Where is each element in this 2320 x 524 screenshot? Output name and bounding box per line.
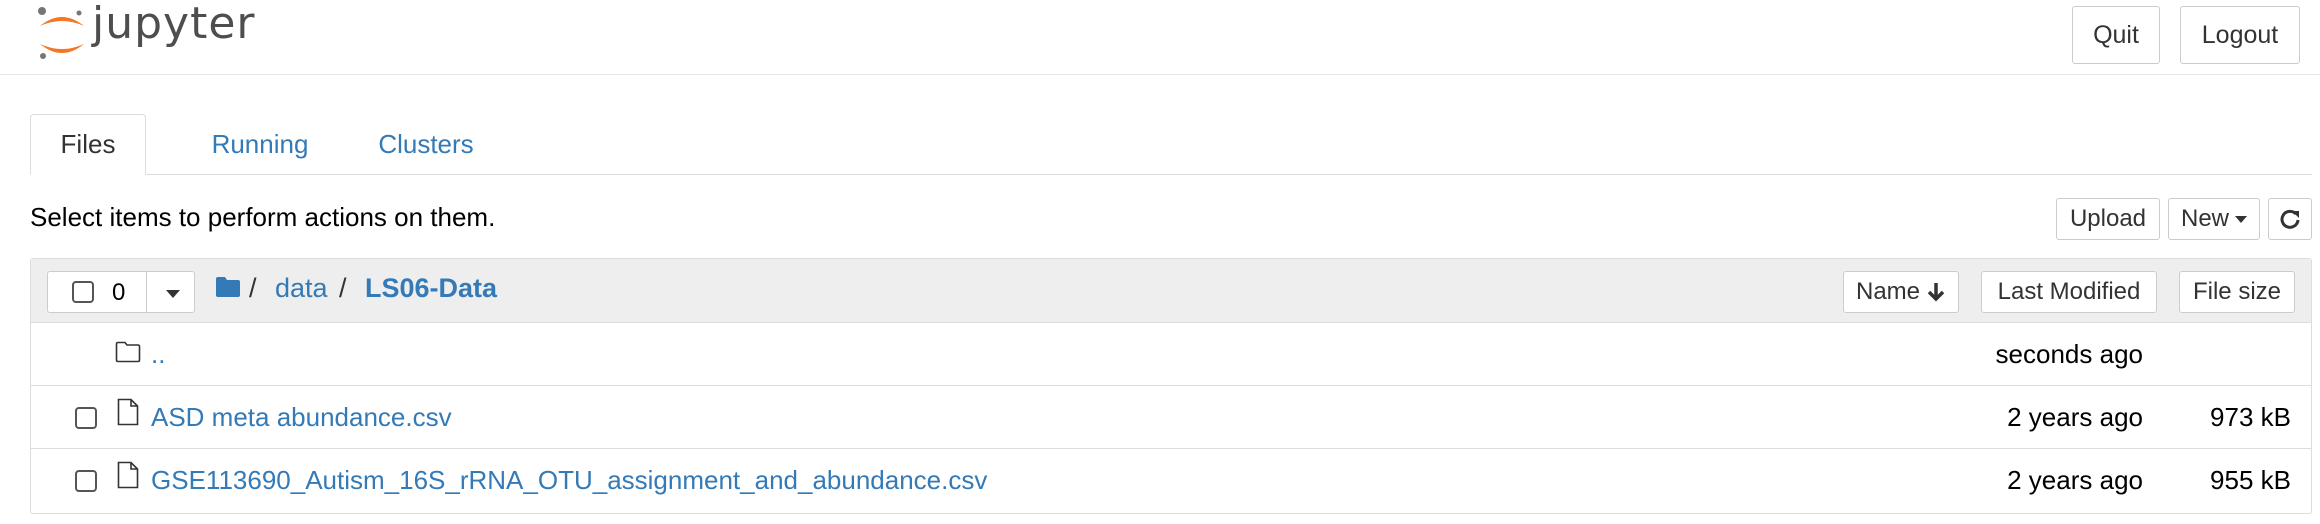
list-item[interactable]: .. seconds ago [31, 323, 2311, 386]
item-size: 955 kB [2210, 465, 2291, 495]
item-name-link[interactable]: ASD meta abundance.csv [151, 402, 452, 433]
tab-bar: Files Running Clusters [30, 114, 2312, 175]
logout-button[interactable]: Logout [2180, 6, 2300, 64]
breadcrumb-current[interactable]: LS06-Data [365, 273, 497, 304]
file-icon [117, 461, 139, 489]
divider [146, 272, 147, 312]
file-list: 0 / data / LS06-Data Name Last Modified … [30, 258, 2312, 514]
item-modified: 2 years ago [2007, 465, 2143, 495]
item-modified: seconds ago [1995, 339, 2143, 369]
sort-by-modified-button[interactable]: Last Modified [1981, 271, 2157, 313]
tab-files[interactable]: Files [30, 114, 146, 175]
tab-running[interactable]: Running [176, 114, 344, 174]
file-icon [117, 398, 139, 426]
app-header: jupyter Quit Logout [0, 0, 2320, 75]
item-modified: 2 years ago [2007, 402, 2143, 432]
chevron-down-icon [2235, 215, 2247, 223]
select-all-checkbox[interactable] [72, 281, 94, 303]
breadcrumb-data[interactable]: data [275, 273, 328, 304]
item-size: 973 kB [2210, 402, 2291, 432]
refresh-icon [2280, 209, 2300, 229]
jupyter-logo-icon[interactable] [34, 4, 90, 64]
quit-button[interactable]: Quit [2072, 6, 2160, 64]
folder-home-icon[interactable] [215, 276, 241, 298]
breadcrumb-separator: / [249, 273, 257, 303]
tab-clusters[interactable]: Clusters [346, 114, 506, 174]
selected-count: 0 [112, 279, 126, 306]
folder-icon [115, 341, 141, 363]
item-name-link[interactable]: GSE113690_Autism_16S_rRNA_OTU_assignment… [151, 465, 987, 496]
breadcrumb-separator: / [339, 273, 347, 303]
item-checkbox[interactable] [75, 470, 97, 492]
file-list-header: 0 / data / LS06-Data Name Last Modified … [31, 259, 2311, 323]
chevron-down-icon[interactable] [166, 290, 180, 298]
sort-name-label: Name [1855, 278, 1921, 305]
item-name-link[interactable]: .. [151, 339, 165, 370]
list-item[interactable]: ASD meta abundance.csv 2 years ago 973 k… [31, 386, 2311, 449]
arrow-down-icon [1927, 283, 1945, 302]
new-button-label: New [2180, 205, 2229, 232]
logo-text: jupyter [92, 0, 256, 49]
item-checkbox[interactable] [75, 407, 97, 429]
select-all-dropdown[interactable]: 0 [47, 271, 195, 313]
sort-by-name-button[interactable]: Name [1843, 271, 1959, 313]
list-item[interactable]: GSE113690_Autism_16S_rRNA_OTU_assignment… [31, 449, 2311, 512]
select-hint-text: Select items to perform actions on them. [30, 202, 496, 232]
new-dropdown-button[interactable]: New [2168, 198, 2260, 240]
upload-button[interactable]: Upload [2056, 198, 2160, 240]
refresh-button[interactable] [2268, 198, 2312, 240]
sort-by-size-button[interactable]: File size [2179, 271, 2295, 313]
